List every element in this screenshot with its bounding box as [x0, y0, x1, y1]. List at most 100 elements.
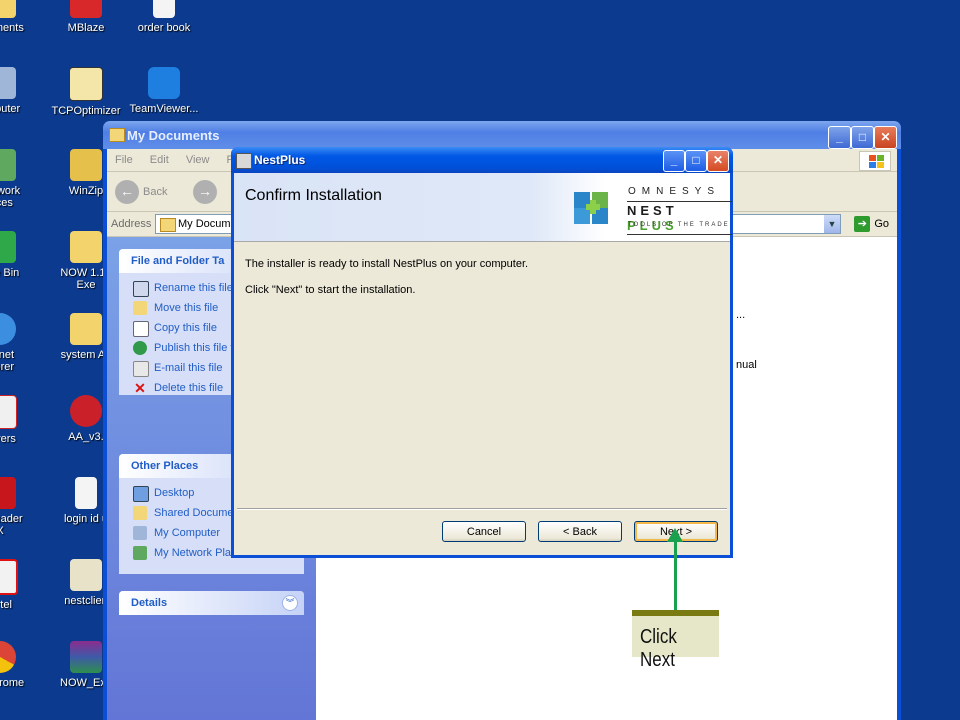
desktop-icon-label: iievers — [0, 433, 16, 445]
desktop-icon-label: Network laces — [0, 185, 21, 209]
desktop-icon-order-book[interactable]: order book — [122, 0, 206, 34]
go-button[interactable]: ➔ Go — [854, 216, 889, 232]
folder-icon — [160, 218, 176, 232]
chevron-down-icon[interactable]: ▼ — [824, 215, 840, 233]
annotation-arrow-line — [674, 536, 677, 610]
place-label: Desktop — [154, 487, 195, 499]
installer-app-icon — [236, 153, 252, 169]
desktop-icon-adobe-reader[interactable]: e Reader X — [0, 477, 42, 537]
chevron-down-icon[interactable]: ︾ — [282, 595, 298, 611]
copy-icon — [133, 321, 149, 337]
desktop-icon-airtel[interactable]: airtel — [0, 559, 42, 611]
desktop-icon-label: omputer — [0, 103, 21, 115]
folder-icon — [70, 313, 102, 345]
desktop-icon-documents[interactable]: ocuments — [0, 0, 42, 34]
task-label: Rename this file — [154, 282, 233, 294]
dialog-message-ready: The installer is ready to install NestPl… — [245, 258, 529, 270]
rename-icon — [133, 281, 149, 297]
go-label: Go — [874, 218, 889, 230]
address-value: My Docume — [178, 218, 237, 230]
dialog-heading: Confirm Installation — [245, 187, 382, 204]
back-arrow-icon[interactable]: ← — [115, 180, 139, 204]
annotation-text: Click Next — [640, 626, 677, 671]
desktop-icon-mblaze[interactable]: MBlaze — [44, 0, 128, 34]
computer-icon — [0, 67, 16, 99]
chrome-icon — [0, 641, 16, 673]
maximize-button[interactable]: □ — [851, 126, 874, 149]
internet-explorer-icon — [0, 313, 16, 345]
dialog-title: NestPlus — [254, 153, 306, 167]
winzip-icon — [70, 149, 102, 181]
task-label: E-mail this file — [154, 362, 223, 374]
puzzle-logo-icon — [574, 192, 608, 224]
desktop-icon-teamviewer[interactable]: TeamViewer... — [122, 67, 206, 115]
folder-icon — [0, 0, 16, 18]
folder-icon — [133, 506, 147, 520]
logo-nest-plus-text: NEST PLUS — [627, 201, 732, 235]
delete-x-icon: ✕ — [134, 380, 146, 396]
dialog-divider — [237, 508, 727, 510]
desktop-icon — [133, 486, 149, 502]
dialog-close-button[interactable]: ✕ — [707, 150, 729, 172]
desktop-icon-label: ycle Bin — [0, 267, 20, 279]
details-title[interactable]: Details — [119, 591, 304, 615]
back-button-label[interactable]: Back — [143, 186, 167, 198]
desktop-icon-recycle-bin[interactable]: ycle Bin — [0, 231, 42, 279]
go-arrow-icon: ➔ — [854, 216, 871, 232]
desktop-icon-network-places[interactable]: Network laces — [0, 149, 42, 209]
close-button[interactable]: ✕ — [874, 126, 897, 149]
nestclient-icon — [70, 559, 102, 591]
dialog-maximize-button[interactable]: □ — [685, 150, 707, 172]
dialog-minimize-button[interactable]: _ — [663, 150, 685, 172]
desktop-icon-internet-explorer[interactable]: ternet plorer — [0, 313, 42, 373]
desktop-icon-label: airtel — [0, 599, 12, 611]
dialog-message-next: Click "Next" to start the installation. — [245, 284, 416, 296]
minimize-button[interactable]: _ — [828, 126, 851, 149]
recycle-bin-icon — [0, 231, 16, 263]
menu-view[interactable]: View — [186, 154, 210, 166]
task-label: Move this file — [154, 302, 219, 314]
explorer-title: My Documents — [127, 128, 220, 143]
back-button[interactable]: < Back — [538, 521, 622, 542]
file-name-fragment[interactable]: ... — [736, 309, 745, 321]
email-icon — [133, 361, 149, 377]
desktop-icon-label: order book — [137, 22, 191, 34]
dialog-title-bar[interactable]: NestPlus _ □ ✕ — [231, 147, 733, 173]
document-icon — [75, 477, 97, 509]
details-panel: Details ︾ — [119, 591, 304, 615]
file-name-fragment[interactable]: nual — [736, 359, 757, 371]
folder-icon — [109, 128, 125, 142]
installer-dialog: NestPlus _ □ ✕ Confirm Installation OMNE… — [231, 147, 733, 558]
explorer-title-bar[interactable]: My Documents _ □ ✕ — [103, 121, 901, 149]
computer-icon — [133, 526, 147, 540]
dialog-content: Confirm Installation OMNESYS NEST PLUS T… — [234, 173, 732, 555]
desktop-icon-computer[interactable]: omputer — [0, 67, 42, 115]
airtel-icon — [0, 559, 18, 595]
globe-icon — [133, 341, 147, 355]
folder-icon — [70, 231, 102, 263]
desktop-icon-label: MBlaze — [67, 22, 105, 34]
desktop-icon-google-chrome[interactable]: e Chrome — [0, 641, 42, 689]
task-label: Publish this file t — [154, 342, 234, 354]
mblaze-icon — [70, 0, 102, 18]
desktop-icon-label: TCPOptimizer — [51, 105, 121, 117]
desktop-icon-tcpoptimizer[interactable]: TCPOptimizer — [44, 67, 128, 117]
menu-edit[interactable]: Edit — [150, 154, 169, 166]
task-label: Copy this file — [154, 322, 217, 334]
desktop-icon-label: TeamViewer... — [129, 103, 199, 115]
logo-omnesys-text: OMNESYS — [628, 186, 721, 197]
tcpoptimizer-icon — [69, 67, 103, 101]
windows-logo-icon — [859, 151, 891, 171]
achievers-icon — [0, 395, 17, 429]
desktop-icon-label: e Chrome — [0, 677, 25, 689]
menu-file[interactable]: File — [115, 154, 133, 166]
cancel-button[interactable]: Cancel — [442, 521, 526, 542]
desktop-icon-achievers[interactable]: iievers — [0, 395, 42, 445]
desktop-icon-label: e Reader X — [0, 513, 23, 537]
teamviewer-icon — [148, 67, 180, 99]
forward-arrow-icon[interactable]: → — [193, 180, 217, 204]
place-label: My Network Plac — [154, 547, 237, 559]
aa-icon — [70, 395, 102, 427]
logo-nest-word: NEST — [627, 203, 678, 218]
dialog-header-banner: Confirm Installation OMNESYS NEST PLUS T… — [234, 173, 732, 242]
